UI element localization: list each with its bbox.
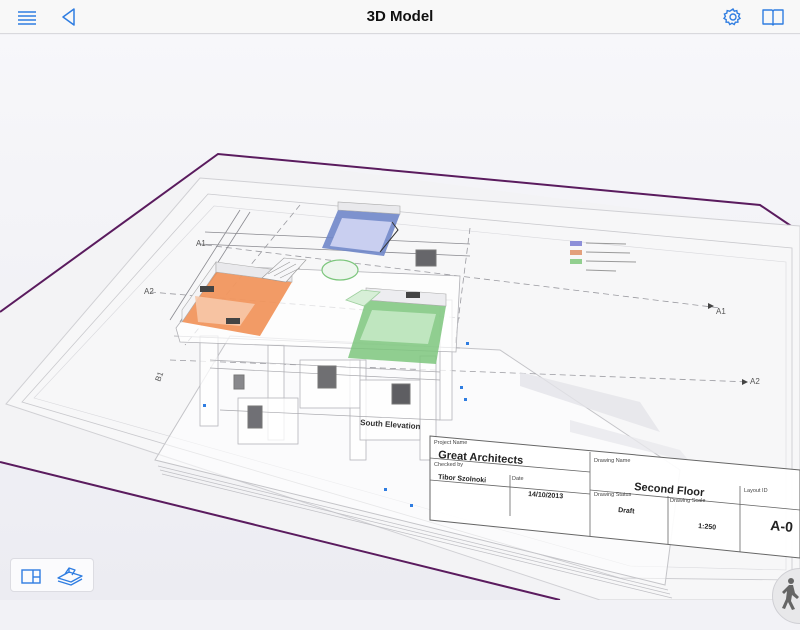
- date-label: Date: [512, 476, 524, 482]
- grid-label-a1-right: A1: [716, 307, 726, 316]
- view-mode-toolbar: [10, 558, 94, 592]
- navigation-bar: 3D Model: [0, 0, 800, 34]
- walking-person-icon[interactable]: [772, 568, 800, 624]
- project-name-label: Project Name: [434, 440, 467, 446]
- drawing-scale-label: Drawing Scale: [670, 498, 705, 504]
- gear-icon[interactable]: [720, 5, 746, 29]
- grid-label-a2: A2: [144, 287, 154, 296]
- grid-label-a2-right: A2: [750, 377, 760, 386]
- 3d-viewport[interactable]: A1 A2 B1 A1 A2 South Elevation Project N…: [0, 35, 800, 601]
- checked-by-label: Checked by: [434, 462, 463, 468]
- 3d-layers-icon[interactable]: [55, 564, 85, 588]
- drawing-status: Draft: [618, 507, 636, 515]
- open-book-icon[interactable]: [760, 5, 786, 29]
- drawing-status-label: Drawing Status: [594, 492, 632, 498]
- drawing-name-label: Drawing Name: [594, 458, 630, 464]
- layout-id: A-0: [770, 517, 794, 535]
- layout-id-label: Layout ID: [744, 488, 768, 494]
- grid-label-a1: A1: [196, 239, 206, 248]
- round-shaft: [321, 259, 359, 281]
- page-title: 3D Model: [366, 8, 434, 25]
- sheet-view-icon[interactable]: [17, 564, 47, 588]
